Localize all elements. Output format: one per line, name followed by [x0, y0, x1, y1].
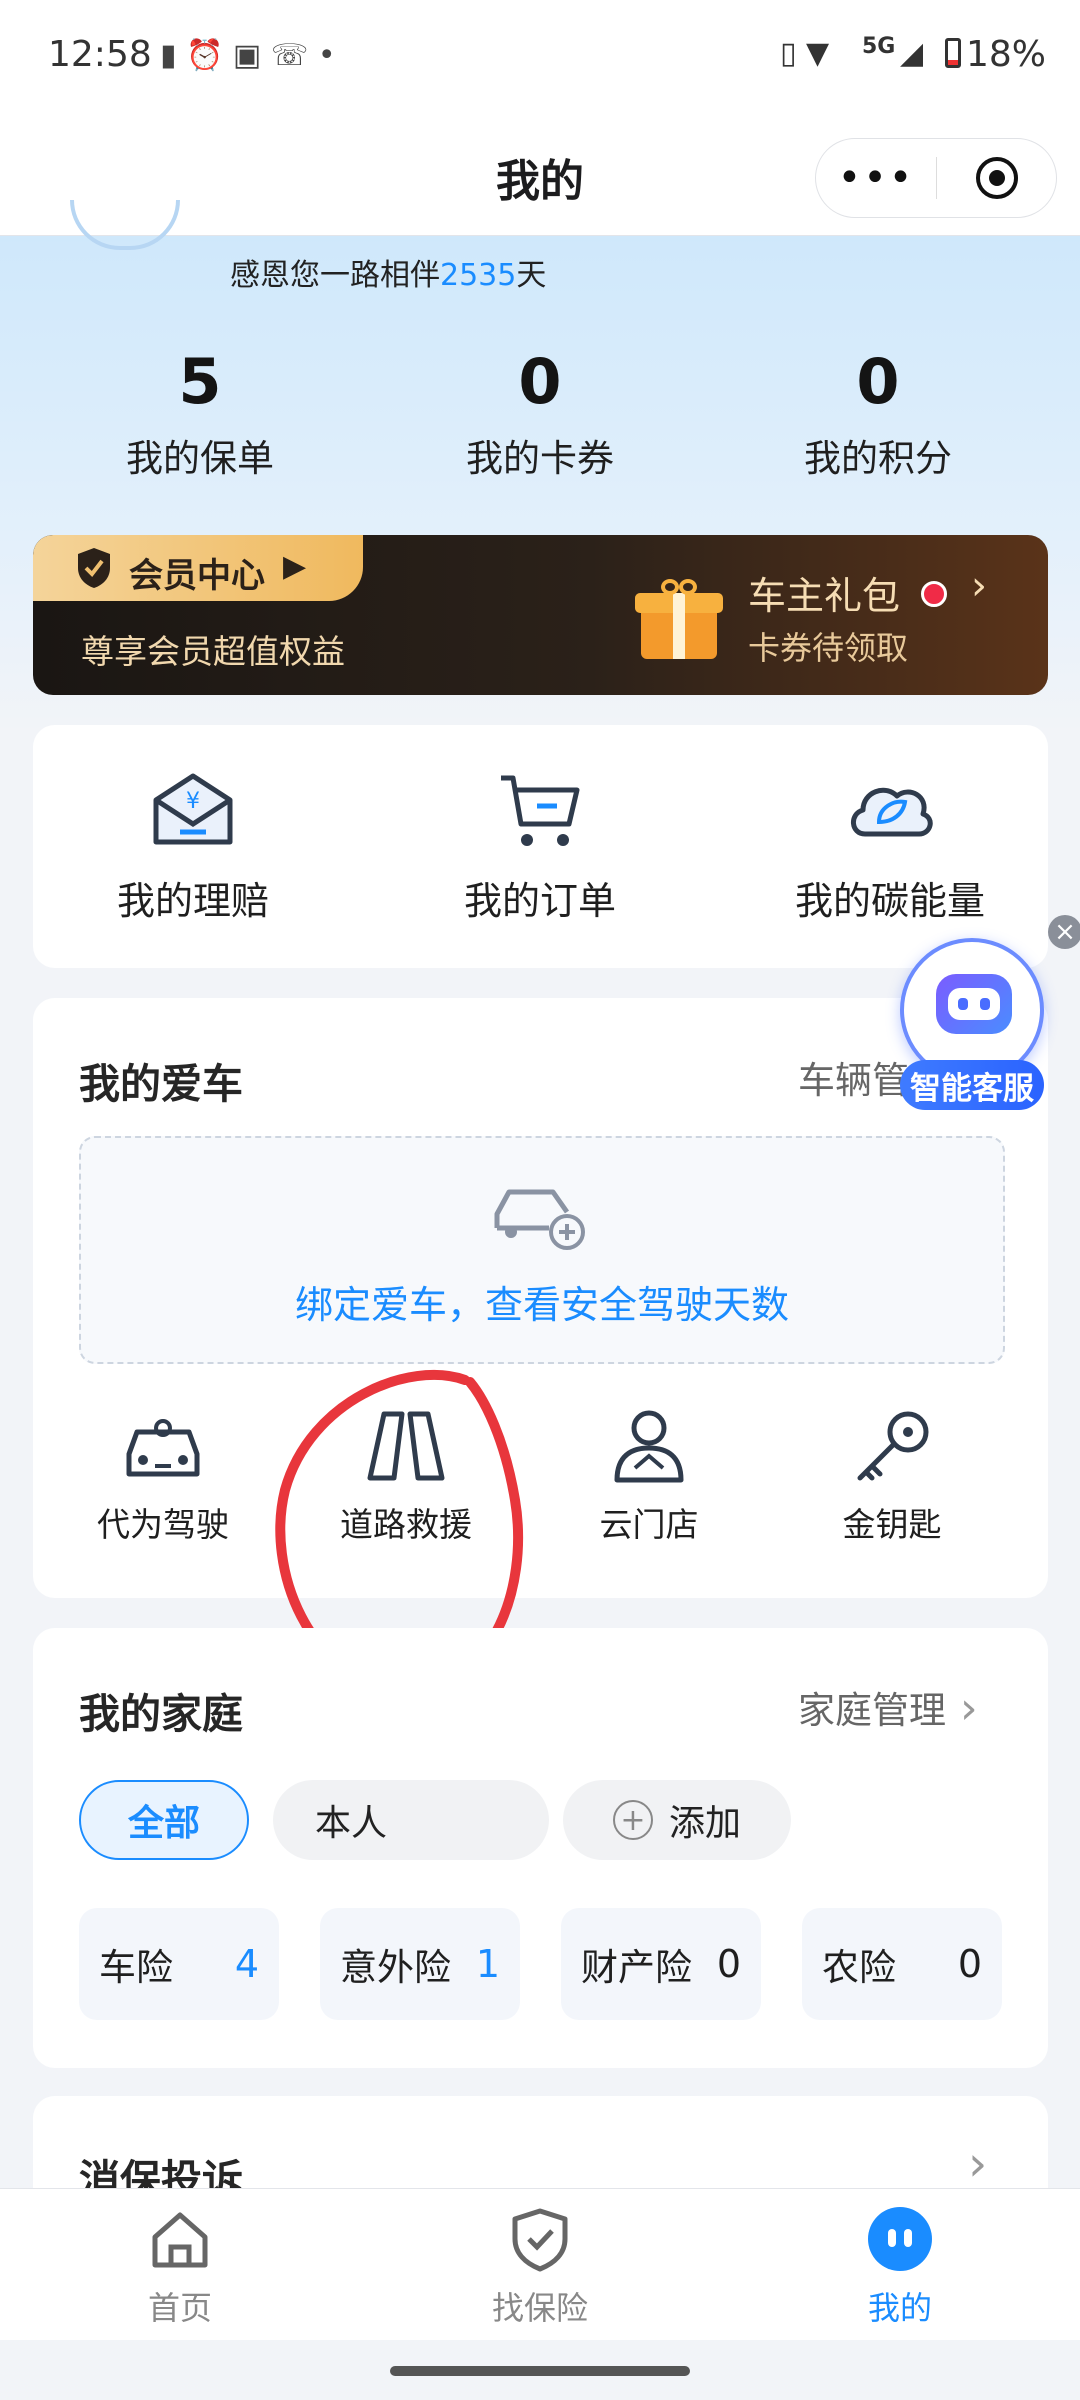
service-label: 金钥匙	[842, 1505, 942, 1544]
stat-value: 5	[178, 345, 222, 418]
member-subtitle: 尊享会员超值权益	[81, 632, 345, 671]
quick-actions-card: ¥ 我的理赔 我的订单 我的碳能量	[33, 725, 1048, 968]
gift-box-icon	[633, 575, 723, 665]
quick-action-orders[interactable]: 我的订单	[400, 770, 680, 950]
tab-bar: 首页 找保险 我的	[0, 2188, 1080, 2340]
quick-action-claims[interactable]: ¥ 我的理赔	[53, 770, 333, 950]
navigation-area	[0, 2340, 1080, 2400]
family-card: 我的家庭 家庭管理 › 全部 本人 + 添加 车险 4 意外险 1 财产险 0 农险 0	[33, 1628, 1048, 2068]
family-manage-link[interactable]: 家庭管理 ›	[798, 1680, 978, 1734]
insurance-count: 0	[716, 1942, 741, 1986]
member-center-tab[interactable]: 会员中心 ▶	[33, 535, 363, 601]
insurance-name: 车险	[99, 1946, 173, 1989]
insurance-count: 0	[957, 1942, 982, 1986]
target-icon	[976, 157, 1018, 199]
caret-right-icon: ▶	[283, 549, 307, 584]
chevron-right-icon: ›	[971, 563, 987, 609]
car-driver-icon	[126, 1419, 200, 1477]
shield-check-icon	[512, 2208, 568, 2272]
person-icon	[614, 1410, 684, 1483]
cart-icon	[501, 775, 580, 846]
add-family-label: 添加	[668, 1803, 741, 1844]
insurance-tile-property[interactable]: 财产险 0	[561, 1908, 761, 2020]
service-golden-key[interactable]: 金钥匙	[772, 1408, 1012, 1558]
stat-value: 0	[518, 345, 562, 418]
signal-icons: ▯ ▼	[780, 36, 830, 71]
gift-red-dot	[921, 581, 947, 607]
tab-home[interactable]: 首页	[60, 2207, 300, 2337]
stat-label: 我的保单	[126, 437, 274, 480]
key-icon	[857, 1411, 929, 1481]
service-label: 代为驾驶	[97, 1505, 229, 1544]
filter-chip-self[interactable]: 本人	[273, 1780, 549, 1860]
add-family-button[interactable]: + 添加	[563, 1780, 791, 1860]
shield-check-icon	[78, 548, 110, 588]
battery-icon	[945, 38, 961, 68]
member-center-label: 会员中心	[129, 556, 265, 596]
status-bar: 12:58 ▮ ⏰ ▣ ☏ • ▯ ▼ 5G ◢ 18%	[0, 0, 1080, 118]
network-type: 5G	[862, 34, 896, 59]
insurance-count: 1	[475, 1942, 500, 1986]
quick-action-label: 我的理赔	[116, 879, 269, 923]
tab-mine[interactable]: 我的	[780, 2207, 1020, 2337]
more-button[interactable]: •••	[816, 139, 936, 217]
chevron-right-icon: ›	[968, 2136, 988, 2192]
insurance-tile-accident[interactable]: 意外险 1	[320, 1908, 520, 2020]
insurance-count: 4	[234, 1942, 259, 1986]
cloud-leaf-icon	[851, 787, 933, 837]
insurance-tile-auto[interactable]: 车险 4	[79, 1908, 279, 2020]
my-car-title: 我的爱车	[79, 1060, 243, 1108]
robot-icon	[936, 974, 1012, 1034]
chevron-right-icon: ›	[960, 1683, 978, 1734]
gift-title: 车主礼包	[748, 574, 901, 618]
gesture-handle[interactable]	[390, 2366, 690, 2376]
member-banner[interactable]: 会员中心 ▶ 尊享会员超值权益 车主礼包 › 卡券待领取	[33, 535, 1048, 695]
add-car-icon	[494, 1189, 585, 1250]
family-manage-label: 家庭管理	[798, 1689, 946, 1732]
status-time: 12:58	[48, 34, 152, 75]
tab-label: 找保险	[491, 2289, 588, 2327]
envelope-yen-icon: ¥	[153, 773, 233, 845]
stat-policies[interactable]: 5 我的保单	[60, 345, 340, 495]
stats-row: 5 我的保单 0 我的卡券 0 我的积分	[0, 345, 1080, 495]
quick-action-carbon[interactable]: 我的碳能量	[745, 770, 1035, 950]
quick-action-label: 我的订单	[463, 879, 616, 923]
insurance-name: 财产险	[581, 1946, 692, 1989]
notification-icons: ▮ ⏰ ▣ ☏ •	[160, 38, 336, 73]
stat-points[interactable]: 0 我的积分	[738, 345, 1018, 495]
insurance-name: 农险	[822, 1946, 896, 1989]
service-designated-driver[interactable]: 代为驾驶	[43, 1408, 283, 1558]
home-icon	[152, 2212, 208, 2268]
tab-label: 首页	[147, 2289, 212, 2327]
vehicle-manage-link[interactable]: 车辆管	[798, 1050, 909, 1104]
assistant-label[interactable]: 智能客服	[900, 1060, 1044, 1110]
tab-label: 我的	[867, 2289, 932, 2327]
bind-car-box[interactable]: 绑定爱车，查看安全驾驶天数	[79, 1136, 1005, 1364]
close-miniapp-button[interactable]	[937, 139, 1057, 217]
battery-level: 18%	[966, 34, 1047, 75]
signal-strength-icon: ◢	[900, 36, 924, 71]
svg-text:¥: ¥	[186, 789, 200, 814]
bind-car-prompt: 绑定爱车，查看安全驾驶天数	[294, 1283, 789, 1327]
filter-chip-all[interactable]: 全部	[79, 1780, 249, 1860]
insurance-tile-agriculture[interactable]: 农险 0	[802, 1908, 1002, 2020]
insurance-name: 意外险	[340, 1946, 451, 1989]
stat-coupons[interactable]: 0 我的卡券	[400, 345, 680, 495]
quick-action-label: 我的碳能量	[794, 879, 985, 923]
close-assistant-icon[interactable]: ×	[1048, 915, 1080, 949]
tab-find-insurance[interactable]: 找保险	[420, 2207, 660, 2337]
stat-value: 0	[856, 345, 900, 418]
plus-circle-icon: +	[612, 1800, 653, 1840]
stat-label: 我的积分	[804, 437, 952, 480]
capsule-menu: •••	[815, 138, 1057, 218]
gift-subtitle: 卡券待领取	[748, 629, 909, 667]
companion-days-text: 感恩您一路相伴2535天	[230, 258, 547, 293]
mine-icon	[868, 2207, 932, 2271]
family-title: 我的家庭	[79, 1690, 243, 1738]
stat-label: 我的卡券	[466, 437, 614, 480]
